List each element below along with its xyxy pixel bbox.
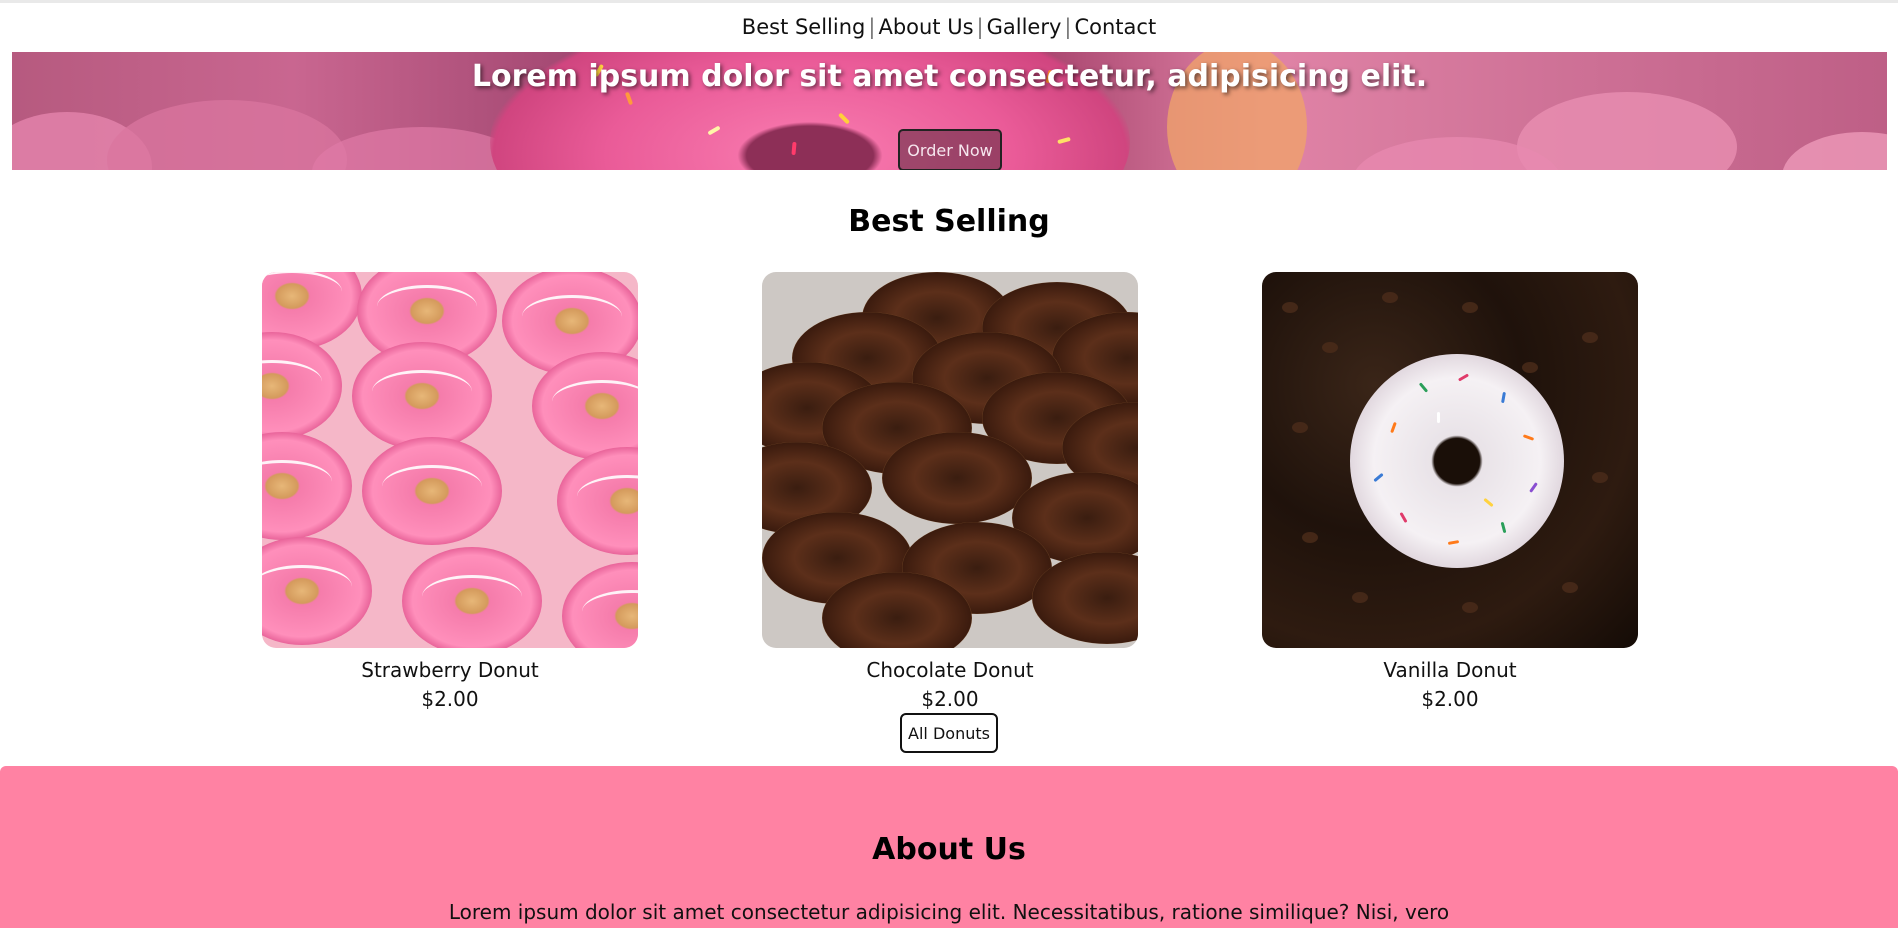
product-name: Strawberry Donut [361, 658, 539, 682]
best-selling-title: Best Selling [848, 204, 1050, 239]
chocolate-donut-image [762, 272, 1138, 648]
hero-donut-image-part [107, 100, 347, 170]
nav-separator: | [868, 15, 876, 39]
nav-link-about-us[interactable]: About Us [878, 15, 973, 39]
strawberry-donut-image [262, 272, 638, 648]
nav-separator: | [976, 15, 984, 39]
hero-donut-image-part [1517, 92, 1737, 170]
all-donuts-button[interactable]: All Donuts [900, 713, 998, 753]
top-navigation: Best Selling | About Us | Gallery | Contact [0, 12, 1898, 42]
hero-headline: Lorem ipsum dolor sit amet consectetur, … [471, 59, 1428, 94]
about-us-title: About Us [872, 832, 1026, 867]
nav-separator: | [1064, 15, 1072, 39]
about-us-text: Lorem ipsum dolor sit amet consectetur a… [448, 900, 1450, 924]
nav-link-gallery[interactable]: Gallery [987, 15, 1062, 39]
product-card-strawberry[interactable]: Strawberry Donut $2.00 [262, 272, 638, 714]
product-name: Vanilla Donut [1383, 658, 1517, 682]
order-now-button[interactable]: Order Now [898, 129, 1002, 170]
hero-donut-image-part [1782, 132, 1887, 170]
product-price: $2.00 [1421, 687, 1479, 711]
vanilla-donut-image [1262, 272, 1638, 648]
product-card-chocolate[interactable]: Chocolate Donut $2.00 [762, 272, 1138, 714]
product-card-vanilla[interactable]: Vanilla Donut $2.00 [1262, 272, 1638, 714]
product-price: $2.00 [921, 687, 979, 711]
nav-link-contact[interactable]: Contact [1074, 15, 1156, 39]
hero-banner: Lorem ipsum dolor sit amet consectetur, … [12, 52, 1887, 170]
product-name: Chocolate Donut [866, 658, 1034, 682]
top-border [0, 0, 1898, 3]
about-us-section: About Us Lorem ipsum dolor sit amet cons… [0, 766, 1898, 928]
nav-link-best-selling[interactable]: Best Selling [742, 15, 866, 39]
product-price: $2.00 [421, 687, 479, 711]
